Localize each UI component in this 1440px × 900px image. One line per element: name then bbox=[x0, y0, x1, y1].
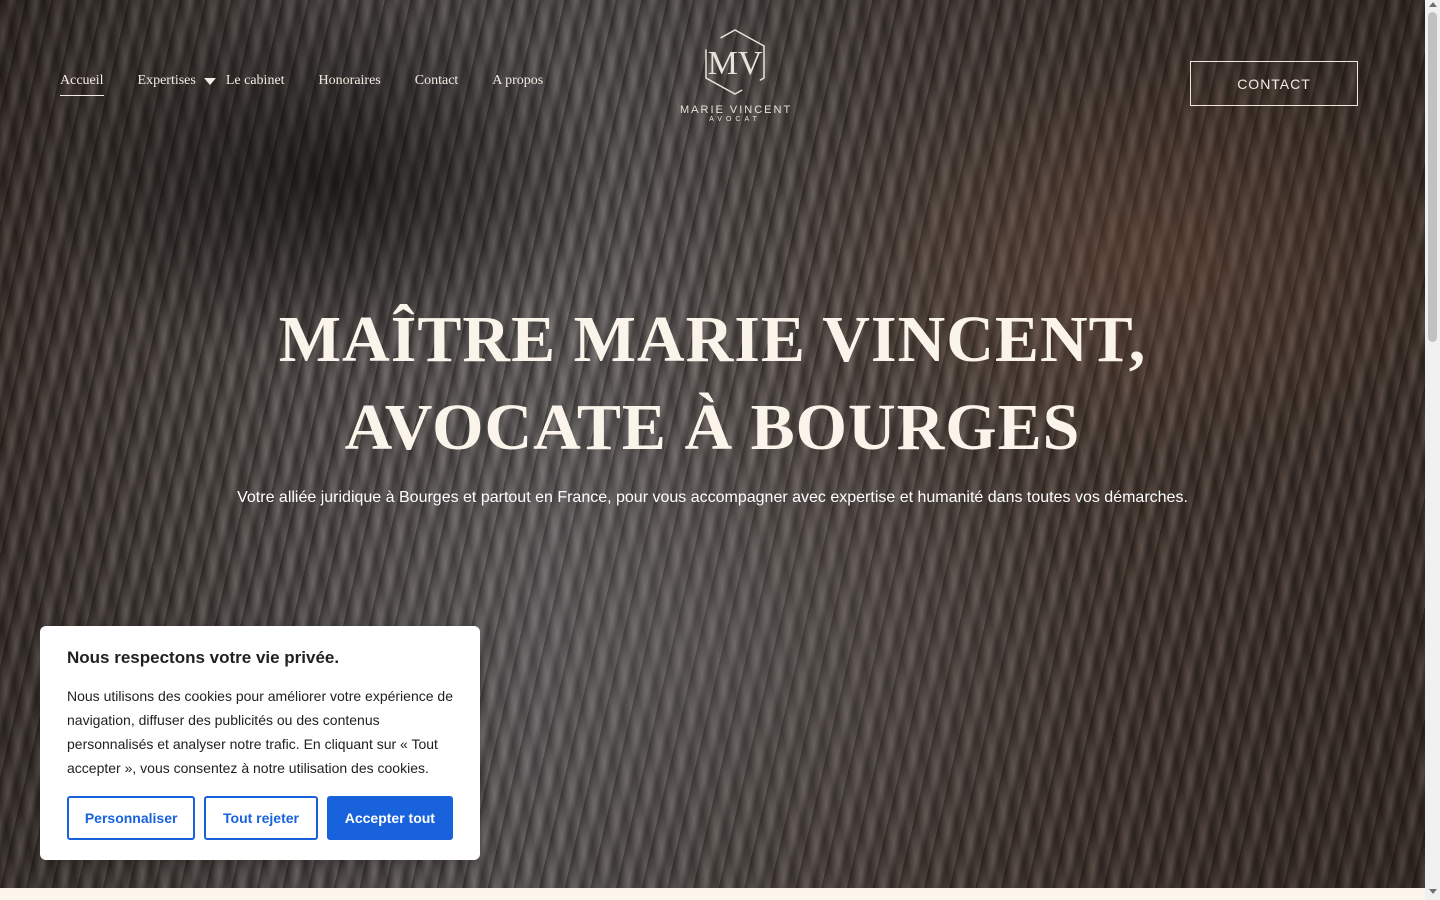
scrollbar-thumb[interactable] bbox=[1428, 12, 1437, 342]
nav-item-label: Accueil bbox=[60, 73, 104, 88]
reject-all-button[interactable]: Tout rejeter bbox=[204, 796, 318, 840]
chevron-down-icon[interactable] bbox=[203, 77, 216, 85]
svg-text:MV: MV bbox=[708, 45, 763, 82]
hero-title: MAÎTRE MARIE VINCENT, AVOCATE À BOURGES bbox=[0, 296, 1425, 472]
nav-item-honoraires[interactable]: Honoraires bbox=[319, 73, 381, 96]
nav-item-contact[interactable]: Contact bbox=[415, 73, 459, 96]
page-scrollbar[interactable] bbox=[1425, 0, 1440, 900]
cookie-text: Nous utilisons des cookies pour améliore… bbox=[67, 688, 453, 776]
nav-item-le-cabinet[interactable]: Le cabinet bbox=[226, 73, 285, 96]
nav-item-label: Contact bbox=[414, 73, 459, 88]
logo-name: MARIE VINCENT bbox=[680, 104, 793, 116]
hero-title-line1: MAÎTRE MARIE VINCENT, bbox=[278, 303, 1147, 376]
nav-item-accueil[interactable]: Accueil bbox=[60, 73, 104, 96]
accept-all-button[interactable]: Accepter tout bbox=[326, 796, 453, 840]
nav-item-label: Honoraires bbox=[318, 73, 381, 88]
scroll-down-icon[interactable] bbox=[1429, 889, 1437, 894]
cookie-title: Nous respectons votre vie privée. bbox=[67, 648, 340, 667]
nav-item-label: Le cabinet bbox=[225, 73, 285, 88]
nav-item-a-propos[interactable]: A propos bbox=[492, 73, 543, 96]
nav-item-label: A propos bbox=[492, 73, 544, 88]
hero-subtitle: Votre alliée juridique à Bourges et part… bbox=[237, 489, 1188, 506]
customize-button[interactable]: Personnaliser bbox=[67, 796, 196, 840]
contact-button[interactable]: CONTACT bbox=[1190, 61, 1358, 106]
scroll-up-icon[interactable] bbox=[1429, 2, 1437, 7]
main-nav: Accueil Expertises Le cabinet Honoraires… bbox=[60, 73, 577, 96]
site-logo[interactable]: MV MARIE VINCENT AVOCAT bbox=[680, 28, 790, 123]
nav-item-label: Expertises bbox=[137, 73, 196, 88]
cookie-banner: Nous respectons votre vie privée. Nous u… bbox=[40, 626, 480, 860]
cookie-buttons: Personnaliser Tout rejeter Accepter tout bbox=[67, 796, 453, 840]
logo-subtitle: AVOCAT bbox=[709, 116, 761, 123]
monogram-icon: MV bbox=[705, 29, 765, 95]
nav-item-expertises[interactable]: Expertises bbox=[138, 73, 216, 96]
hero-title-line2: AVOCATE À BOURGES bbox=[344, 391, 1081, 464]
